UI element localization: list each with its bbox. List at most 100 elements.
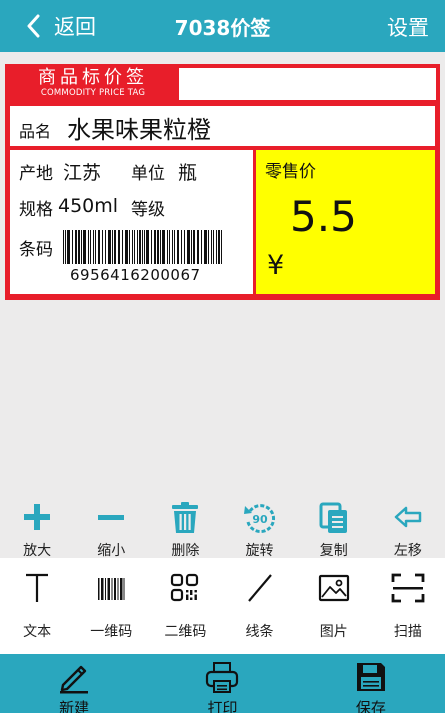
image-icon bbox=[318, 574, 349, 602]
barcode-bar bbox=[146, 230, 149, 264]
barcode-bar bbox=[125, 230, 128, 264]
unit-value[interactable]: 瓶 bbox=[178, 158, 197, 185]
insert-line-label: 线条 bbox=[245, 624, 274, 640]
barcode-bar bbox=[122, 230, 123, 264]
barcode-bar bbox=[114, 230, 116, 264]
barcode-bar bbox=[191, 230, 192, 264]
insert-toolbar: 文本 一维码 二维码 线条 图片 扫描 bbox=[0, 558, 445, 654]
rotate-button[interactable]: 90 旋转 bbox=[222, 502, 296, 559]
barcode-bar bbox=[208, 230, 209, 264]
insert-image-label: 图片 bbox=[319, 624, 348, 640]
product-name-row[interactable]: 品名 水果味果粒橙 bbox=[10, 106, 435, 146]
barcode-bar bbox=[184, 230, 185, 264]
copy-label: 复制 bbox=[319, 543, 348, 559]
pencil-icon bbox=[60, 665, 89, 694]
insert-line-button[interactable]: 线条 bbox=[222, 558, 296, 654]
spec-value[interactable]: 450ml bbox=[58, 195, 118, 217]
insert-barcode-button[interactable]: 一维码 bbox=[74, 558, 148, 654]
trash-icon bbox=[172, 502, 199, 533]
barcode-bar bbox=[144, 230, 145, 264]
price-tag[interactable]: 商品标价签 COMMODITY PRICE TAG 品名 水果味果粒橙 产地 江… bbox=[5, 64, 440, 300]
rotate-badge: 90 bbox=[252, 513, 268, 526]
barcode-bar bbox=[81, 230, 82, 264]
barcode-bar bbox=[193, 230, 195, 264]
save-icon bbox=[356, 663, 385, 691]
barcode-bar bbox=[75, 230, 77, 264]
new-button[interactable]: 新建 bbox=[0, 654, 148, 713]
new-label: 新建 bbox=[59, 699, 90, 713]
barcode-bar bbox=[88, 230, 89, 264]
scan-label: 扫描 bbox=[393, 624, 422, 640]
move-left-button[interactable]: 左移 bbox=[371, 502, 445, 559]
print-label: 打印 bbox=[207, 699, 238, 713]
label-canvas[interactable]: 商品标价签 COMMODITY PRICE TAG 品名 水果味果粒橙 产地 江… bbox=[0, 52, 445, 502]
barcode-bar bbox=[160, 230, 161, 264]
barcode-bar bbox=[157, 230, 159, 264]
save-label: 保存 bbox=[355, 699, 386, 713]
arrow-left-icon bbox=[394, 506, 422, 528]
insert-text-button[interactable]: 文本 bbox=[0, 558, 74, 654]
delete-button[interactable]: 删除 bbox=[148, 502, 222, 559]
barcode-bar bbox=[90, 230, 91, 264]
tag-header-blank bbox=[179, 68, 436, 100]
barcode-bar bbox=[65, 230, 66, 264]
origin-label: 产地 bbox=[19, 164, 53, 184]
rotate-90-icon: 90 bbox=[243, 504, 275, 534]
save-button[interactable]: 保存 bbox=[297, 654, 445, 713]
spec-label: 规格 bbox=[19, 200, 53, 220]
barcode-bar bbox=[172, 230, 173, 264]
top-bar: 返回 7038价签 设置 bbox=[0, 0, 445, 52]
barcode-bar bbox=[204, 230, 207, 264]
tag-header: 商品标价签 COMMODITY PRICE TAG bbox=[7, 66, 438, 102]
barcode-bar bbox=[216, 230, 217, 264]
delete-label: 删除 bbox=[171, 543, 200, 559]
scan-button[interactable]: 扫描 bbox=[371, 558, 445, 654]
page-title: 7038价签 bbox=[174, 16, 271, 40]
barcode-bar bbox=[118, 230, 120, 264]
barcode-bar bbox=[181, 230, 182, 264]
print-button[interactable]: 打印 bbox=[148, 654, 296, 713]
barcode-bar bbox=[221, 230, 222, 264]
tag-header-title: 商品标价签 COMMODITY PRICE TAG bbox=[7, 66, 179, 100]
barcode-bar bbox=[105, 230, 106, 264]
text-icon bbox=[26, 573, 49, 602]
currency-symbol: ¥ bbox=[267, 250, 285, 281]
barcode-bar bbox=[154, 230, 156, 264]
scan-icon bbox=[391, 573, 425, 603]
insert-barcode-label: 一维码 bbox=[90, 624, 133, 640]
price-value[interactable]: 5.5 bbox=[290, 192, 357, 241]
line-icon bbox=[247, 574, 272, 602]
minus-icon bbox=[98, 515, 125, 520]
price-label: 零售价 bbox=[265, 162, 316, 182]
barcode-bar bbox=[187, 230, 190, 264]
price-box[interactable]: 零售价 5.5 ¥ bbox=[256, 150, 435, 294]
barcode-bar bbox=[169, 230, 170, 264]
barcode-bar bbox=[197, 230, 199, 264]
zoom-in-button[interactable]: 放大 bbox=[0, 502, 74, 559]
barcode-graphic[interactable] bbox=[63, 230, 225, 264]
copy-button[interactable]: 复制 bbox=[297, 502, 371, 559]
edit-toolbar: 放大 缩小 删除 90 旋转 复制 左移 bbox=[0, 502, 445, 559]
bottom-nav: 新建 打印 保存 bbox=[0, 654, 445, 713]
barcode-bar bbox=[95, 230, 96, 264]
barcode-bar bbox=[177, 230, 179, 264]
barcode-bar bbox=[83, 230, 86, 264]
barcode-bar bbox=[93, 230, 94, 264]
insert-qrcode-button[interactable]: 二维码 bbox=[148, 558, 222, 654]
zoom-out-button[interactable]: 缩小 bbox=[74, 502, 148, 559]
settings-button[interactable]: 设置 bbox=[387, 12, 429, 42]
barcode-bar bbox=[151, 230, 152, 264]
name-value[interactable]: 水果味果粒橙 bbox=[67, 110, 211, 145]
barcode-bar bbox=[112, 230, 113, 264]
grade-label: 等级 bbox=[131, 200, 165, 220]
barcode-bar bbox=[129, 230, 130, 264]
barcode-bar bbox=[142, 230, 143, 264]
origin-value[interactable]: 江苏 bbox=[63, 158, 101, 185]
insert-image-button[interactable]: 图片 bbox=[297, 558, 371, 654]
barcode-bar bbox=[201, 230, 202, 264]
barcode-bar bbox=[137, 230, 138, 264]
name-label: 品名 bbox=[19, 122, 52, 141]
barcode-bar bbox=[167, 230, 168, 264]
barcode-bar bbox=[102, 230, 103, 264]
rotate-label: 旋转 bbox=[245, 543, 274, 559]
